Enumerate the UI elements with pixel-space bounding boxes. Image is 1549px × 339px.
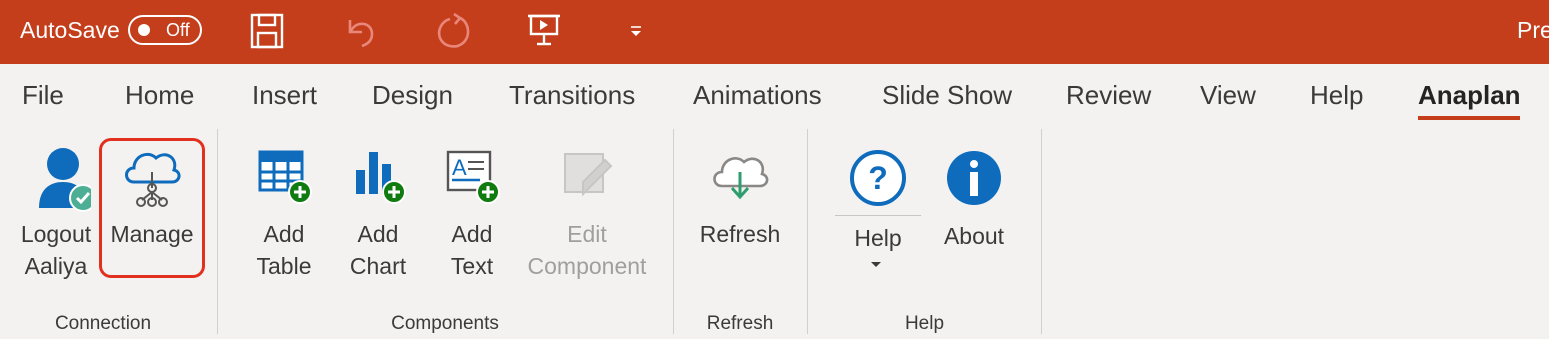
help-label: Help: [854, 225, 902, 251]
group-separator: [807, 129, 808, 334]
about-button[interactable]: About: [932, 148, 1016, 252]
add-table-label-line1: Add: [263, 221, 305, 247]
group-label-refresh: Refresh: [706, 313, 774, 334]
tab-file[interactable]: File: [22, 80, 64, 111]
help-dropdown-caret-icon[interactable]: [871, 262, 881, 267]
about-label: About: [943, 223, 1005, 249]
add-chart-label-line1: Add: [357, 221, 399, 247]
tab-anaplan[interactable]: Anaplan: [1418, 80, 1521, 111]
help-split-divider: [835, 215, 921, 216]
table-add-icon: [256, 148, 312, 204]
user-check-icon: [21, 142, 97, 212]
tab-review[interactable]: Review: [1066, 80, 1151, 111]
logout-label-line2: Aaliya: [24, 253, 88, 279]
toggle-knob: [138, 24, 150, 36]
text-add-icon: A: [444, 148, 500, 204]
refresh-label: Refresh: [699, 221, 781, 247]
group-label-connection: Connection: [54, 313, 152, 334]
add-chart-button[interactable]: Add Chart: [334, 148, 422, 282]
app-title: Pre: [1517, 17, 1549, 43]
autosave-toggle[interactable]: Off: [128, 15, 202, 45]
save-icon[interactable]: [250, 13, 284, 49]
active-tab-indicator: [1418, 116, 1520, 120]
group-separator: [217, 129, 218, 334]
present-from-beginning-icon[interactable]: [528, 12, 560, 48]
add-table-label-line2: Table: [256, 253, 312, 279]
edit-component-icon: [559, 148, 615, 204]
manage-highlight-box: [99, 138, 205, 278]
tab-help[interactable]: Help: [1310, 80, 1363, 111]
tab-home[interactable]: Home: [125, 80, 194, 111]
undo-icon[interactable]: [342, 12, 378, 48]
tab-slide-show[interactable]: Slide Show: [882, 80, 1012, 111]
cloud-download-icon: [708, 142, 772, 206]
add-text-label-line2: Text: [450, 253, 494, 279]
add-text-button[interactable]: A Add Text: [428, 148, 516, 282]
group-label-help: Help: [904, 313, 945, 334]
group-label-components: Components: [391, 313, 499, 334]
info-icon: [944, 148, 1004, 208]
logout-button[interactable]: Logout Aaliya: [14, 142, 98, 282]
tab-view[interactable]: View: [1200, 80, 1256, 111]
add-text-label-line1: Add: [451, 221, 493, 247]
add-chart-label-line2: Chart: [349, 253, 407, 279]
svg-text:A: A: [452, 155, 467, 180]
edit-component-label-line2: Component: [527, 253, 647, 279]
group-separator: [1041, 129, 1042, 334]
tab-design[interactable]: Design: [372, 80, 453, 111]
edit-component-label-line1: Edit: [567, 221, 607, 247]
redo-icon[interactable]: [436, 12, 472, 50]
help-button[interactable]: ? Help: [834, 148, 922, 254]
autosave-label: AutoSave: [20, 17, 120, 43]
tab-animations[interactable]: Animations: [693, 80, 822, 111]
add-table-button[interactable]: Add Table: [240, 148, 328, 282]
chart-add-icon: [350, 148, 406, 204]
customize-toolbar-icon[interactable]: [628, 24, 644, 40]
autosave-state: Off: [166, 20, 190, 40]
question-icon: ?: [848, 148, 908, 208]
logout-label-line1: Logout: [20, 221, 92, 247]
group-separator: [673, 129, 674, 334]
svg-text:?: ?: [868, 160, 888, 196]
edit-component-button[interactable]: Edit Component: [522, 148, 652, 282]
refresh-button[interactable]: Refresh: [690, 142, 790, 250]
tab-transitions[interactable]: Transitions: [509, 80, 635, 111]
ribbon-tabs: File Home Insert Design Transitions Anim…: [0, 64, 1549, 126]
title-bar: AutoSave Off Pre: [0, 0, 1549, 64]
tab-insert[interactable]: Insert: [252, 80, 317, 111]
